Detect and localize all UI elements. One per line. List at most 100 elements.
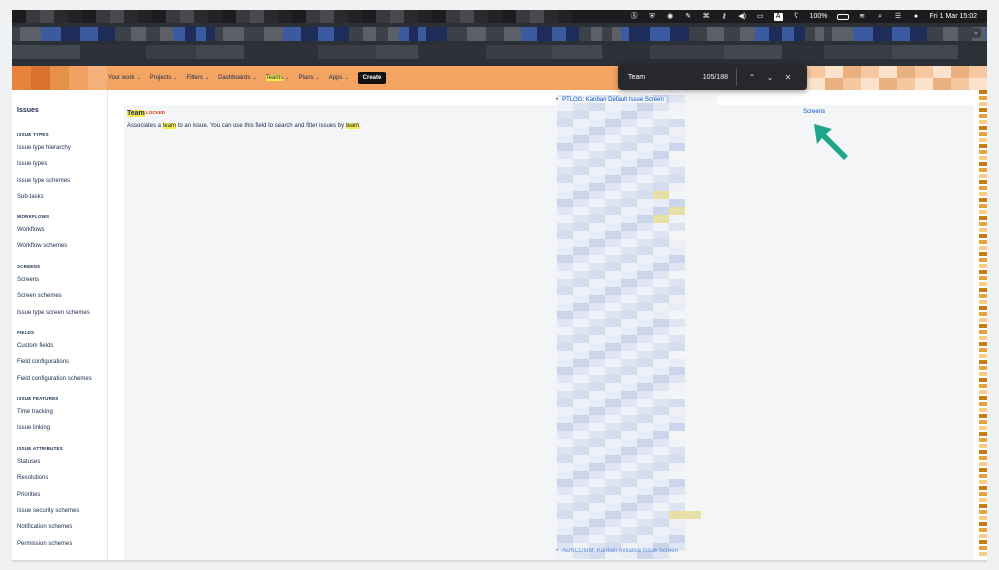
sidebar-item-screens[interactable]: Screens: [17, 277, 39, 283]
pin-icon[interactable]: ✎: [684, 13, 693, 21]
screens-column-link[interactable]: Screens: [803, 109, 825, 115]
nav-item-label: Dashboards: [218, 75, 251, 81]
sidebar-item-issue-types[interactable]: Issue types: [17, 161, 47, 167]
sidebar-section-heading: SCREENS: [17, 264, 41, 269]
sidebar-section-heading: WORKFLOWS: [17, 214, 50, 219]
chevron-down-icon: ⌄: [285, 75, 290, 81]
keyboard-a-icon[interactable]: A: [773, 12, 783, 21]
find-previous-chevron-up-icon[interactable]: ⌃: [743, 73, 761, 82]
sidebar-item-workflows[interactable]: Workflows: [17, 227, 45, 233]
screen-link-adscomm[interactable]: ADSCOMM: Kanban Initiative Issue Screen: [556, 548, 678, 554]
find-match-count: 105/188: [702, 73, 728, 81]
field-details-panel: Team LOCKED Associates a team to an issu…: [124, 95, 974, 560]
sidebar-item-custom-fields[interactable]: Custom fields: [17, 343, 53, 349]
browser-chrome: ⌄: [12, 23, 987, 66]
browser-tabs-blurred: [12, 27, 987, 41]
issues-admin-sidebar: Issues ISSUE TYPES Issue type hierarchy Is…: [12, 90, 108, 560]
nav-item-label: Your work: [108, 75, 135, 81]
desc-highlight: team: [162, 123, 177, 129]
chevron-down-icon: ⌄: [204, 75, 210, 81]
browser-menu-chevron-icon[interactable]: ⌄: [971, 28, 981, 38]
nav-menu: Your work ⌄ Projects ⌄ Filters ⌄ Dashboards ⌄ Te…: [108, 72, 387, 84]
find-next-chevron-down-icon[interactable]: ⌄: [761, 73, 779, 82]
sidebar-item-screen-schemes[interactable]: Screen schemes: [17, 293, 62, 299]
sidebar-title: Issues: [17, 107, 39, 114]
sidebar-item-field-configuration-schemes[interactable]: Field configuration schemes: [17, 376, 92, 382]
pointer-arrow-icon: [814, 124, 848, 160]
browser-toolbar-blurred: [12, 45, 987, 59]
sidebar-item-sub-tasks[interactable]: Sub-tasks: [17, 194, 44, 200]
sidebar-item-issue-type-schemes[interactable]: Issue type schemes: [17, 178, 70, 184]
hearing-icon[interactable]: ʕ: [792, 13, 801, 21]
sidebar-item-issue-security-schemes[interactable]: Issue security schemes: [17, 508, 79, 514]
screens-list-blurred: [557, 95, 717, 560]
siri-icon[interactable]: ●: [912, 13, 921, 21]
locked-badge: LOCKED: [146, 110, 165, 115]
nav-item-label: Projects: [149, 75, 172, 81]
nav-item-label: Plans: [298, 75, 314, 81]
search-icon[interactable]: ⌕: [876, 13, 885, 21]
create-button[interactable]: Create: [357, 72, 387, 84]
sidebar-item-time-tracking[interactable]: Time tracking: [17, 409, 53, 415]
nav-right-blurred: [807, 66, 987, 90]
jira-top-nav: Your work ⌄ Projects ⌄ Filters ⌄ Dashboards ⌄ Te…: [12, 66, 987, 90]
battery-icon[interactable]: ▭: [756, 13, 765, 21]
sidebar-item-workflow-schemes[interactable]: Workflow schemes: [17, 243, 67, 249]
field-name-text: Team: [127, 110, 145, 117]
sidebar-item-notification-schemes[interactable]: Notification schemes: [17, 524, 72, 530]
command-icon[interactable]: ⌘: [702, 13, 711, 21]
sidebar-item-priorities[interactable]: Priorities: [17, 492, 40, 498]
volume-icon[interactable]: ◀): [738, 13, 747, 21]
sidebar-section-heading: ISSUE TYPES: [17, 132, 49, 137]
chevron-down-icon: ⌄: [344, 75, 349, 81]
find-input[interactable]: Team: [618, 74, 684, 81]
sidebar-item-resolutions[interactable]: Resolutions: [17, 475, 48, 481]
wifi-icon[interactable]: ≋: [858, 13, 867, 21]
battery-percent: 100%: [809, 13, 828, 20]
disc-icon[interactable]: ◉: [666, 13, 675, 21]
desc-part: Associates a: [127, 123, 163, 129]
chevron-down-icon: ⌄: [252, 75, 257, 81]
sidebar-item-issue-type-screen-schemes[interactable]: Issue type screen schemes: [17, 310, 90, 316]
sidebar-section-heading: ISSUE FEATURES: [17, 396, 59, 401]
chevron-down-icon: ⌄: [136, 75, 141, 81]
nav-item-label: Teams: [265, 75, 284, 81]
menubar-clock[interactable]: Fri 1 Mar 15:02: [930, 13, 977, 20]
window-bottom-edge: [12, 560, 987, 562]
sidebar-item-issue-linking[interactable]: Issue linking: [17, 425, 50, 431]
scroll-indicator-stripes[interactable]: [979, 90, 987, 560]
battery-level-icon: [836, 13, 849, 20]
sidebar-item-issue-type-hierarchy[interactable]: Issue type hierarchy: [17, 145, 71, 151]
desc-part: to an issue. You can use this field to s…: [176, 123, 346, 129]
nav-item-filters[interactable]: Filters ⌄: [187, 75, 210, 81]
field-description: Associates a team to an issue. You can u…: [127, 123, 361, 129]
nav-item-apps[interactable]: Apps ⌄: [329, 75, 349, 81]
shield-icon[interactable]: ⛨: [648, 13, 657, 21]
control-center-icon[interactable]: ☰: [894, 13, 903, 21]
find-in-page-bar: Team 105/188 ⌃ ⌄ ✕: [618, 64, 807, 90]
nav-item-projects[interactable]: Projects ⌄: [150, 75, 178, 81]
nav-item-label: Apps: [328, 75, 343, 81]
nav-item-your-work[interactable]: Your work ⌄: [108, 75, 141, 81]
desc-highlight: team: [345, 123, 360, 129]
chevron-down-icon: ⌄: [173, 75, 178, 81]
blurred-menu-region: [12, 10, 572, 23]
sidebar-item-statuses[interactable]: Statuses: [17, 459, 40, 465]
find-divider: [736, 68, 737, 86]
find-close-icon[interactable]: ✕: [779, 73, 797, 82]
nav-item-label: Filters: [186, 75, 203, 81]
sidebar-section-heading: FIELDS: [17, 330, 35, 335]
sidebar-item-field-configurations[interactable]: Field configurations: [17, 359, 69, 365]
macos-menu-bar: Ⓢ ⛨ ◉ ✎ ⌘ ⚷ ◀) ▭ A ʕ 100% ≋ ⌕ ☰ ● Fri 1 …: [12, 10, 987, 23]
nav-item-teams[interactable]: Teams ⌄: [265, 75, 290, 81]
s-badge-icon[interactable]: Ⓢ: [630, 13, 639, 21]
nav-item-plans[interactable]: Plans ⌄: [299, 75, 320, 81]
screen-link-ptlog[interactable]: PTLOG: Kanban Default Issue Screen: [556, 97, 666, 103]
product-logo-blurred: [12, 66, 107, 90]
sidebar-section-heading: ISSUE ATTRIBUTES: [17, 446, 63, 451]
key-icon[interactable]: ⚷: [720, 13, 729, 21]
field-name: Team: [127, 110, 145, 117]
sidebar-item-permission-schemes[interactable]: Permission schemes: [17, 541, 72, 547]
nav-item-dashboards[interactable]: Dashboards ⌄: [218, 75, 257, 81]
desc-part: .: [359, 123, 361, 129]
